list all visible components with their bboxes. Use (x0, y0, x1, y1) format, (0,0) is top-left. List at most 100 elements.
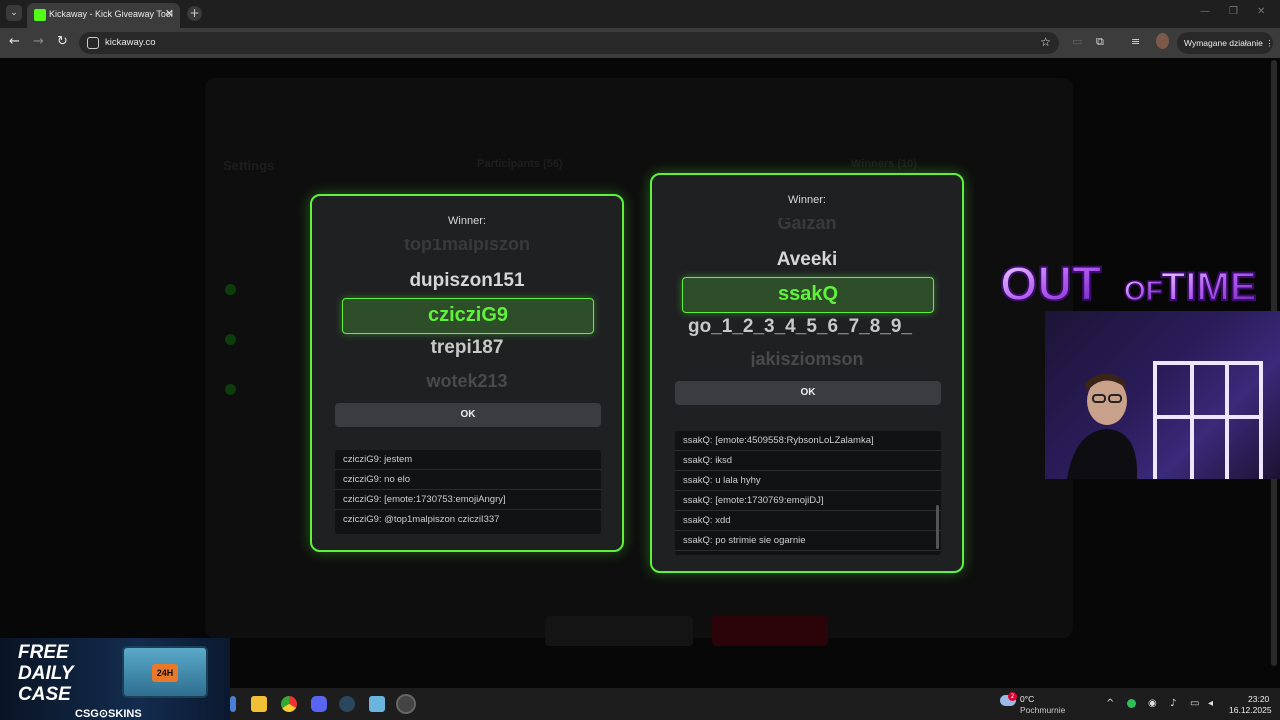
tab-title: Kickaway - Kick Giveaway Tool (49, 9, 173, 19)
modal-title: Winner: (788, 194, 826, 206)
file-explorer-icon[interactable] (251, 696, 267, 712)
shelf (1225, 365, 1229, 479)
address-bar[interactable]: kickaway.co ☆ (79, 32, 1059, 54)
reload-icon[interactable]: ↻ (57, 34, 68, 49)
case-chest-image: 24H (122, 646, 208, 698)
winners-heading: Winners (10) (851, 158, 917, 170)
cast-icon[interactable]: ▭ (1072, 35, 1082, 48)
participants-heading: Participants (56) (477, 158, 563, 170)
media-control-icon[interactable]: ≡ (1131, 35, 1140, 48)
promo-line: FREE (18, 642, 69, 663)
chat-message: ssakQ: iksd (675, 451, 941, 471)
kick-favicon-icon (34, 9, 46, 21)
steam-icon[interactable] (339, 696, 355, 712)
chat-scrollbar[interactable] (936, 505, 939, 549)
shelf (1153, 415, 1263, 419)
tray-expand-icon[interactable]: ^ (1106, 698, 1114, 709)
url-text[interactable]: kickaway.co (105, 37, 156, 48)
winner-chat-log: czicziG9: jestem czicziG9: no elo cziczi… (335, 450, 601, 534)
chat-message: ssakQ: [emote:4509558:RybsonLoLZalamka] (675, 431, 941, 451)
streamer-silhouette (1067, 373, 1137, 479)
reel-item: dupiszon151 (409, 270, 525, 291)
reel-item: top1malpiszon (403, 239, 530, 253)
shelf (1259, 365, 1263, 479)
obs-icon[interactable] (398, 696, 414, 712)
modal-title: Winner: (448, 215, 486, 227)
chat-message: czicziG9: jestem (335, 450, 601, 470)
winner-modal-left: Winner: top1malpiszon dupiszon151 cziczi… (310, 194, 624, 552)
winner-name: ssakQ (777, 283, 839, 305)
minimize-icon[interactable]: — (1200, 6, 1210, 17)
chat-message: ssakQ: po strimie sie ogarnie (675, 531, 941, 551)
ok-button[interactable]: OK (675, 381, 941, 405)
winner-highlight: czicziG9 (342, 298, 594, 334)
extensions-icon[interactable]: ⧉ (1096, 35, 1104, 49)
weather-badge: 2 (1008, 692, 1017, 701)
logo-text-out: OUT (1000, 258, 1101, 311)
tab-search-button[interactable]: ⌄ (6, 5, 22, 21)
free-daily-case-promo[interactable]: FREE DAILY CASE 24H CSG⊙SKINS (0, 638, 230, 720)
site-info-icon[interactable] (87, 37, 99, 49)
dimmed-button (545, 616, 693, 646)
winner-highlight: ssakQ (682, 277, 934, 313)
out-of-time-logo: OUT OF TIME (999, 257, 1258, 312)
new-tab-button[interactable]: + (187, 6, 202, 21)
logo-text-time: TIME (1161, 265, 1257, 309)
action-required-button[interactable]: Wymagane działanie ⋮ (1177, 32, 1274, 54)
promo-brand: CSG⊙SKINS (75, 708, 142, 720)
toggle-dot (225, 284, 236, 295)
winner-modal-right: Winner: Gaizan Aveeki ssakQ go_1_2_3_4_5… (650, 173, 964, 573)
discord-icon[interactable] (311, 696, 327, 712)
chrome-icon[interactable] (281, 696, 297, 712)
reel-item: trepi187 (430, 337, 504, 358)
windows-taskbar: 2 0°C Pochmurnie ^ ◉ ♪ ▭ ◂ 23:20 16.12.2… (230, 688, 1280, 720)
chat-message: ssakQ: [emote:1730769:emojiDJ] (675, 491, 941, 511)
tray-status-icon[interactable] (1127, 699, 1136, 708)
profile-avatar[interactable] (1156, 33, 1169, 49)
settings-heading: Settings (223, 158, 275, 173)
chest-label: 24H (152, 664, 178, 682)
chat-message: ssakQ: xdd (675, 511, 941, 531)
close-window-icon[interactable]: ✕ (1257, 6, 1265, 17)
webcam-overlay (1045, 311, 1280, 479)
bookmark-star-icon[interactable]: ☆ (1040, 35, 1051, 49)
shelf (1153, 361, 1263, 365)
promo-line: DAILY (18, 663, 74, 684)
remote-desktop-icon[interactable] (369, 696, 385, 712)
display-icon[interactable]: ▭ (1190, 698, 1199, 709)
chat-message: czicziG9: [emote:1730753:emojiAngry] (335, 490, 601, 510)
taskbar-app-icon[interactable] (230, 696, 236, 712)
ok-button[interactable]: OK (335, 403, 601, 427)
toggle-dot (225, 384, 236, 395)
browser-toolbar: ← → ↻ kickaway.co ☆ ▭ ⧉ ≡ Wymagane dział… (0, 28, 1280, 58)
screen: ⌄ Kickaway - Kick Giveaway Tool ✕ + — ❐ … (0, 0, 1280, 720)
shelf (1153, 365, 1157, 479)
action-required-label: Wymagane działanie (1184, 38, 1263, 48)
forward-arrow-icon[interactable]: → (33, 34, 44, 49)
winner-chat-log[interactable]: ssakQ: [emote:4509558:RybsonLoLZalamka] … (675, 431, 941, 555)
winner-name: czicziG9 (427, 304, 509, 326)
active-tab[interactable]: Kickaway - Kick Giveaway Tool ✕ (27, 3, 180, 28)
chat-message: ssakQ: u lala hyhy (675, 471, 941, 491)
shelf (1190, 365, 1194, 479)
weather-temperature[interactable]: 0°C (1020, 694, 1034, 704)
reel-item: wotek213 (426, 371, 508, 389)
close-tab-icon[interactable]: ✕ (165, 7, 174, 20)
steam-tray-icon[interactable]: ◉ (1148, 698, 1157, 709)
chat-message: czicziG9: no elo (335, 470, 601, 490)
restore-icon[interactable]: ❐ (1229, 6, 1238, 17)
browser-tab-bar: ⌄ Kickaway - Kick Giveaway Tool ✕ + — ❐ … (0, 0, 1280, 28)
logo-text-of: OF (1124, 275, 1163, 306)
dimmed-red-button (712, 616, 828, 646)
clock-date[interactable]: 16.12.2025 (1229, 705, 1272, 715)
reel-item: Gaizan (777, 218, 837, 232)
back-arrow-icon[interactable]: ← (9, 34, 20, 49)
weather-description[interactable]: Pochmurnie (1020, 705, 1065, 715)
clock-time[interactable]: 23:20 (1248, 694, 1269, 704)
reel-item: jakisziomson (750, 349, 864, 367)
volume-icon[interactable]: ◂ (1208, 698, 1213, 709)
toggle-dot (225, 334, 236, 345)
microphone-icon[interactable]: ♪ (1170, 698, 1176, 709)
chat-message: czicziG9: @top1malpiszon czicziI337 (343, 514, 500, 525)
reel-item: go_1_2_3_4_5_6_7_8_9_ (688, 316, 912, 337)
